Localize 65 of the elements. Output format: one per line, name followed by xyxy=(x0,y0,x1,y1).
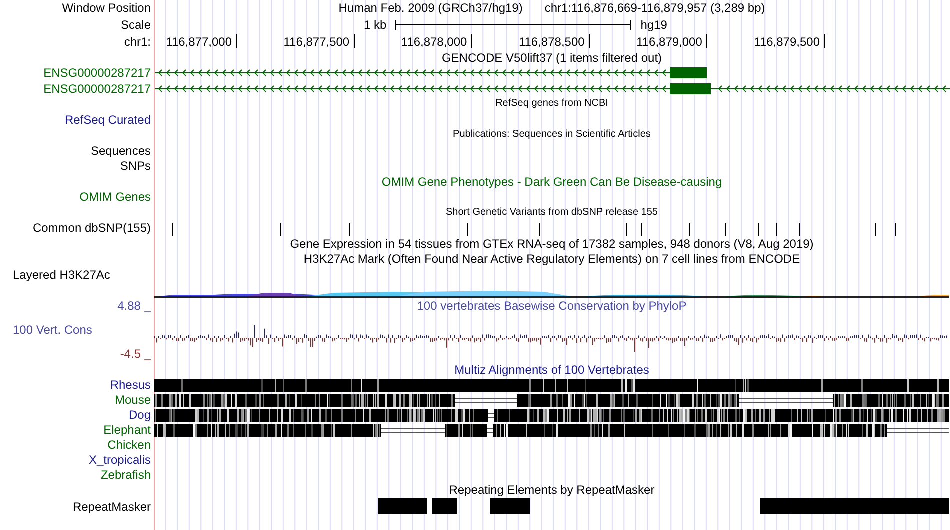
assembly-title: Human Feb. 2009 (GRCh37/hg19) xyxy=(338,2,523,14)
variant-tick xyxy=(349,222,350,236)
ruler-tick xyxy=(354,34,355,48)
position-text: chr1:116,876,669-116,879,957 (3,289 bp) xyxy=(544,2,766,14)
track-label[interactable]: Layered H3K27Ac xyxy=(13,269,110,281)
variant-tick xyxy=(689,222,690,236)
track-label[interactable]: Chicken xyxy=(108,439,151,451)
track-label[interactable]: ENSG00000287217 xyxy=(44,82,151,95)
track-label[interactable]: RepeatMasker xyxy=(72,501,151,513)
track-title: Gene Expression in 54 tissues from GTEx RNA-seq of 17382 samples, 948 donors (V8, Aug 2019) xyxy=(290,238,814,250)
ruler-tick xyxy=(588,34,590,48)
variant-tick xyxy=(280,222,281,236)
ruler-tick xyxy=(706,34,708,48)
track-label[interactable]: ENSG00000287217 xyxy=(44,67,151,80)
assembly-label: hg19 xyxy=(640,18,668,30)
track-label[interactable]: Scale xyxy=(120,18,151,30)
variant-tick xyxy=(895,222,896,236)
repeat-block xyxy=(378,498,427,514)
variant-tick xyxy=(641,222,642,236)
variant-tick xyxy=(172,222,173,236)
ruler-label: 116,878,500 xyxy=(518,36,585,48)
variant-tick xyxy=(875,222,876,236)
track-label[interactable]: chr1: xyxy=(124,36,151,48)
track-label[interactable]: Sequences xyxy=(90,144,151,157)
variant-tick xyxy=(799,222,800,236)
ruler-label: 116,877,500 xyxy=(284,36,350,48)
track-label[interactable]: Common dbSNP(155) xyxy=(32,222,151,234)
axis-max-label: 4.88 _ xyxy=(118,300,151,312)
track-label[interactable]: X_tropicalis xyxy=(88,454,151,466)
track-title: H3K27Ac Mark (Often Found Near Active Regulatory Elements) on 7 cell lines from ENCODE xyxy=(304,253,800,266)
repeat-block xyxy=(490,498,530,514)
track-title: GENCODE V50lift37 (1 items filtered out) xyxy=(442,52,662,64)
track-label[interactable]: Mouse xyxy=(114,394,151,406)
track-label[interactable]: Elephant xyxy=(104,424,151,436)
track-label[interactable]: Dog xyxy=(128,409,151,421)
ruler-tick xyxy=(236,34,237,48)
ruler-label: 116,878,000 xyxy=(401,36,468,48)
track-label[interactable]: Window Position xyxy=(62,2,151,14)
variant-tick xyxy=(539,222,540,236)
track-label[interactable]: Rhesus xyxy=(110,379,151,391)
ruler-tick xyxy=(824,34,825,48)
track-title: 100 vertebrates Basewise Conservation by PhyloP xyxy=(417,300,687,312)
scale-label: 1 kb xyxy=(364,18,387,30)
track-title: Publications: Sequences in Scientific Articles xyxy=(453,130,651,140)
ruler-label: 116,879,500 xyxy=(754,36,820,48)
repeat-block xyxy=(432,498,457,514)
track-label[interactable]: RefSeq Curated xyxy=(64,114,151,126)
track-title: RefSeq genes from NCBI xyxy=(496,99,608,110)
variant-tick xyxy=(725,222,726,236)
variant-tick xyxy=(776,222,777,236)
track-label[interactable]: OMIM Genes xyxy=(80,191,151,204)
track-label[interactable]: 100 Vert. Cons xyxy=(13,324,92,336)
ruler-label: 116,877,000 xyxy=(166,36,232,48)
track-label[interactable]: SNPs xyxy=(120,160,151,172)
variant-tick xyxy=(626,222,627,236)
track-title: Multiz Alignments of 100 Vertebrates xyxy=(454,364,650,376)
track-title: OMIM Gene Phenotypes - Dark Green Can Be Disease-causing xyxy=(382,176,722,188)
ruler-label: 116,879,000 xyxy=(636,36,702,48)
ruler-tick xyxy=(471,34,472,48)
track-title: Repeating Elements by RepeatMasker xyxy=(449,484,655,496)
variant-tick xyxy=(758,222,759,236)
variant-tick xyxy=(467,222,468,236)
track-title: Short Genetic Variants from dbSNP release 155 xyxy=(446,208,658,218)
axis-min-label: -4.5 _ xyxy=(120,348,151,360)
track-label[interactable]: Zebrafish xyxy=(100,469,151,481)
